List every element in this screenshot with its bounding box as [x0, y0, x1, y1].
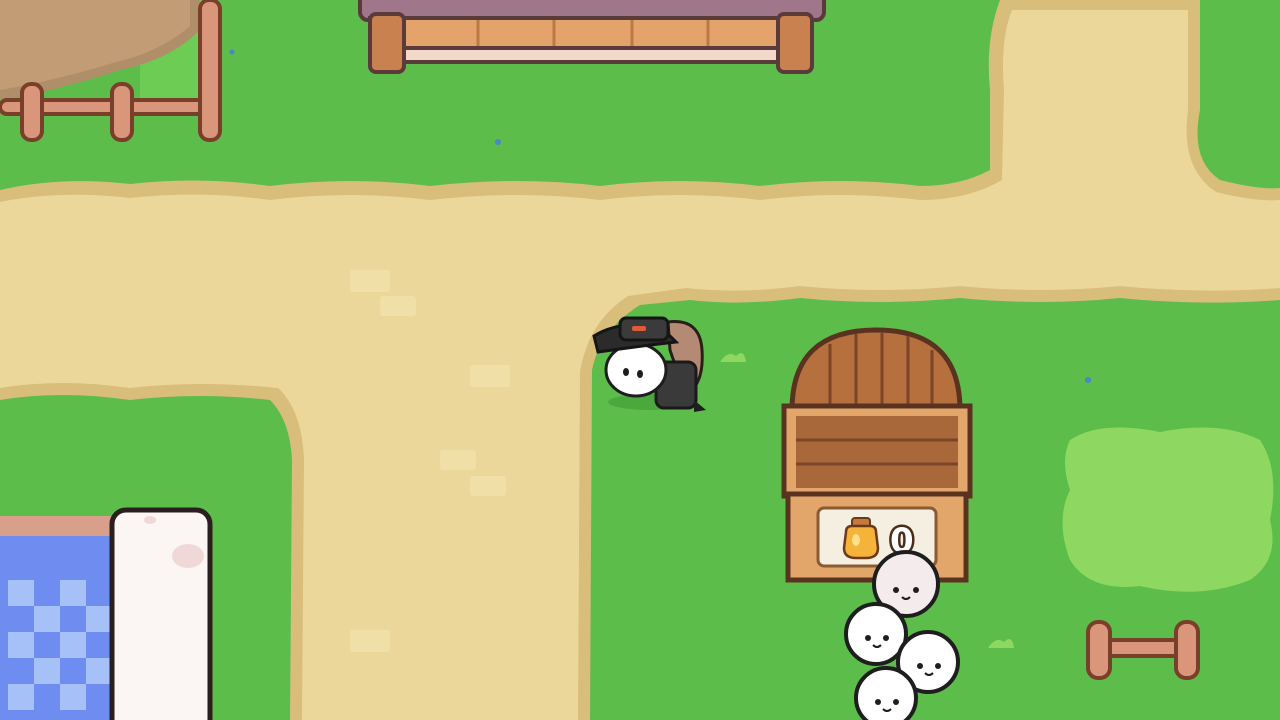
white-pillar [109, 507, 213, 720]
game-scene: 0 [0, 0, 1280, 720]
water-pool [0, 516, 120, 720]
sheep[interactable] [854, 666, 918, 720]
wooden-bench [358, 0, 826, 74]
